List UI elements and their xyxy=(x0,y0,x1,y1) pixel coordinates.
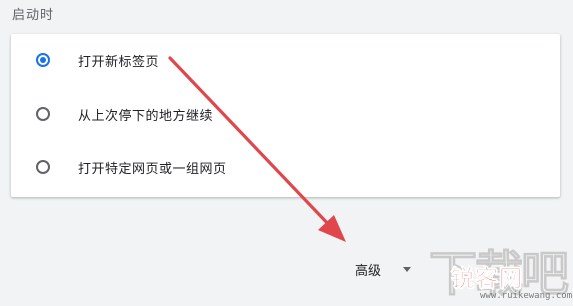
advanced-label: 高级 xyxy=(355,264,382,279)
section-title-on-startup: 启动时 xyxy=(12,8,55,23)
option-label-new-tab: 打开新标签页 xyxy=(78,54,160,70)
startup-option-specific-pages[interactable]: 打开特定网页或一组网页 xyxy=(11,142,560,192)
startup-options-card: 打开新标签页 从上次停下的地方继续 打开特定网页或一组网页 xyxy=(11,34,560,197)
annotation-arrowhead xyxy=(318,215,346,242)
option-label-specific-pages: 打开特定网页或一组网页 xyxy=(78,161,227,177)
watermark-brand: 锐客网 xyxy=(451,266,523,293)
startup-option-continue[interactable]: 从上次停下的地方继续 xyxy=(11,89,560,139)
radio-new-tab[interactable] xyxy=(36,53,50,67)
option-label-continue: 从上次停下的地方继续 xyxy=(78,108,214,124)
dropdown-arrow-icon xyxy=(403,267,412,272)
watermark-url: www.ruikewang.com xyxy=(480,291,573,301)
startup-option-new-tab[interactable]: 打开新标签页 xyxy=(11,35,560,85)
radio-continue[interactable] xyxy=(36,107,50,121)
radio-specific-pages[interactable] xyxy=(36,160,50,174)
advanced-settings-button[interactable]: 高级 xyxy=(355,260,412,279)
